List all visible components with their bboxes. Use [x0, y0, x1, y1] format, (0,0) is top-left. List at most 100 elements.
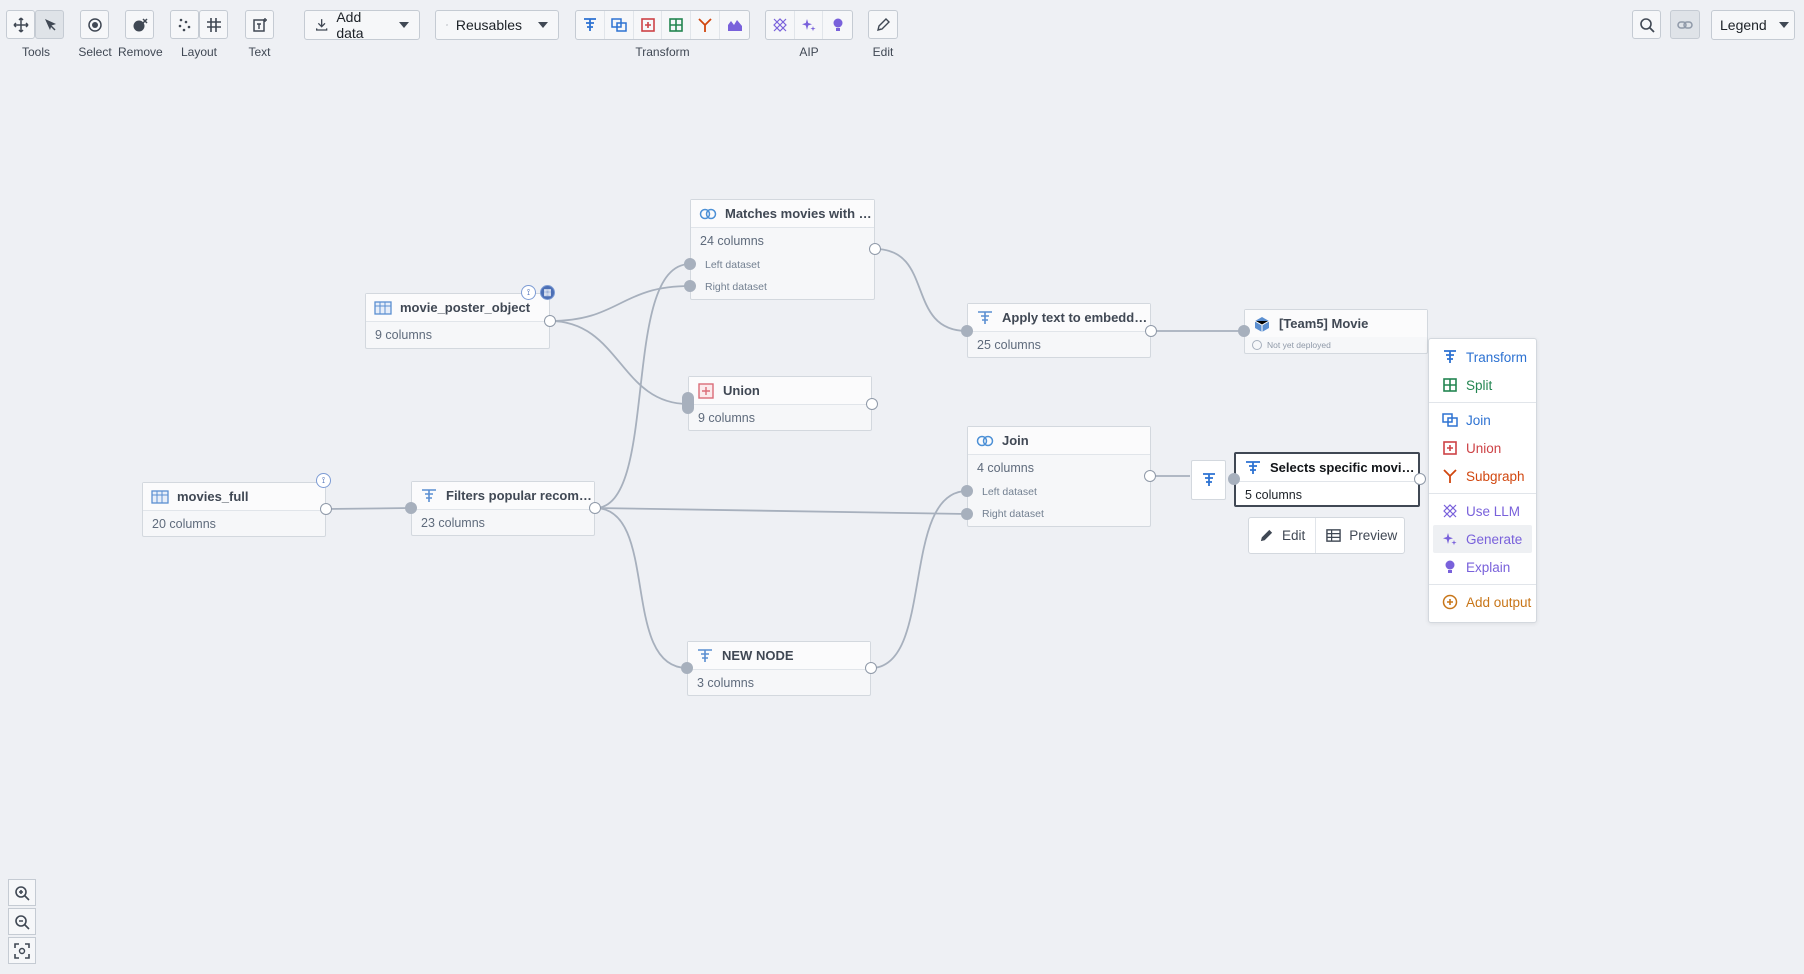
- transform-icon: [1444, 350, 1456, 363]
- input-port[interactable]: [961, 325, 973, 337]
- output-port[interactable]: [1414, 473, 1426, 485]
- menu-divider: [1429, 584, 1536, 585]
- node-columns: 9 columns: [375, 328, 432, 342]
- add-node-menu: Transform Split Join Union Subgraph Use …: [1428, 338, 1537, 623]
- table-icon: [1326, 529, 1342, 542]
- node-columns: 20 columns: [152, 517, 216, 531]
- right-dataset-label: Right dataset: [982, 508, 1044, 520]
- lightbulb-icon: [1445, 560, 1455, 573]
- node-title: movie_poster_object: [400, 300, 531, 315]
- pencil-icon: [1260, 529, 1273, 542]
- node-matches-movies[interactable]: Matches movies with pos... 24 columns Le…: [690, 199, 875, 300]
- node-title: Apply text to embedding...: [1002, 310, 1150, 325]
- output-port[interactable]: [1145, 325, 1157, 337]
- output-port[interactable]: [866, 398, 878, 410]
- edge-newnode-to-join-left: [870, 490, 968, 669]
- node-title: Filters popular recomme...: [446, 488, 594, 503]
- node-team5-movie[interactable]: [Team5] Movie Not yet deployed: [1244, 309, 1428, 354]
- node-movie-poster-object[interactable]: movie_poster_object 9 columns: [365, 293, 550, 349]
- zoom-in-icon: [15, 885, 30, 901]
- edit-node-button[interactable]: Edit: [1249, 518, 1317, 553]
- transform-node-icon: [698, 648, 712, 662]
- output-port[interactable]: [544, 315, 556, 327]
- llm-icon: [1443, 504, 1457, 518]
- node-columns: 25 columns: [977, 338, 1041, 352]
- menu-item-label: Split: [1466, 377, 1493, 393]
- input-port[interactable]: [405, 502, 417, 514]
- fit-screen-icon: [14, 942, 30, 959]
- menu-item-generate[interactable]: Generate: [1433, 525, 1532, 553]
- node-join[interactable]: Join 4 columns Left dataset Right datase…: [967, 426, 1151, 527]
- deploy-status: Not yet deployed: [1245, 337, 1427, 353]
- zoom-in-button[interactable]: [8, 879, 36, 906]
- node-add-transform-stub[interactable]: [1191, 460, 1226, 500]
- output-port[interactable]: [1144, 470, 1156, 482]
- object-cube-icon: [1254, 316, 1270, 332]
- node-apply-embedding[interactable]: Apply text to embedding... 25 columns: [967, 303, 1151, 358]
- branch-badge-icon[interactable]: ⟟: [521, 285, 536, 300]
- output-port[interactable]: [320, 503, 332, 515]
- branch-badge-icon[interactable]: ⟟: [316, 473, 331, 488]
- node-selects-movie-id[interactable]: Selects specific movie id... 5 columns: [1234, 452, 1420, 507]
- input-port[interactable]: [961, 508, 973, 520]
- node-columns: 4 columns: [977, 461, 1034, 475]
- node-filters-popular[interactable]: Filters popular recomme... 23 columns: [411, 481, 595, 536]
- schedule-badge-icon[interactable]: ▦: [540, 285, 555, 300]
- menu-item-label: Explain: [1466, 559, 1511, 575]
- zoom-out-icon: [15, 914, 30, 930]
- left-dataset-label: Left dataset: [982, 486, 1037, 498]
- sparkle-icon: [1443, 533, 1457, 546]
- status-circle-icon: [1252, 340, 1262, 350]
- input-port[interactable]: [684, 258, 696, 270]
- input-port[interactable]: [1238, 325, 1250, 337]
- edge-filters-to-join-right: [594, 507, 968, 515]
- node-columns: 23 columns: [421, 516, 485, 530]
- menu-item-label: Add output: [1466, 594, 1532, 610]
- menu-item-split[interactable]: Split: [1433, 371, 1532, 399]
- fit-to-screen-button[interactable]: [8, 937, 36, 964]
- transform-node-icon: [978, 310, 992, 324]
- edge-poster-to-matches-right: [549, 285, 691, 322]
- output-port[interactable]: [865, 662, 877, 674]
- node-title: Union: [723, 383, 760, 398]
- node-new-node[interactable]: NEW NODE 3 columns: [687, 641, 871, 696]
- input-port[interactable]: [681, 662, 693, 674]
- menu-item-use-llm[interactable]: Use LLM: [1433, 497, 1532, 525]
- node-title: Selects specific movie id...: [1270, 460, 1418, 475]
- transform-icon: [1202, 473, 1215, 486]
- input-port[interactable]: [682, 392, 694, 414]
- split-icon: [1443, 378, 1457, 392]
- node-columns: 5 columns: [1245, 488, 1302, 502]
- menu-item-subgraph[interactable]: Subgraph: [1433, 462, 1532, 490]
- menu-item-label: Union: [1466, 440, 1502, 456]
- edge-matches-to-embed: [874, 248, 968, 332]
- zoom-out-button[interactable]: [8, 908, 36, 935]
- transform-node-icon: [1246, 460, 1260, 474]
- deploy-status-text: Not yet deployed: [1267, 340, 1331, 350]
- node-title: NEW NODE: [722, 648, 794, 663]
- input-port[interactable]: [1228, 473, 1240, 485]
- edge-moviesfull-to-filters: [325, 507, 412, 510]
- union-icon: [1443, 441, 1457, 455]
- join-node-icon: [699, 208, 717, 219]
- menu-item-join[interactable]: Join: [1433, 406, 1532, 434]
- menu-item-label: Generate: [1466, 531, 1523, 547]
- input-port[interactable]: [684, 280, 696, 292]
- menu-divider: [1429, 402, 1536, 403]
- menu-item-explain[interactable]: Explain: [1433, 553, 1532, 581]
- menu-item-add-output[interactable]: Add output: [1433, 588, 1532, 616]
- node-columns: 24 columns: [700, 234, 764, 248]
- dataset-table-icon: [374, 300, 392, 315]
- menu-item-transform[interactable]: Transform: [1433, 343, 1532, 371]
- node-title: Matches movies with pos...: [725, 206, 874, 221]
- edge-poster-to-union: [549, 320, 689, 405]
- menu-item-union[interactable]: Union: [1433, 434, 1532, 462]
- input-port[interactable]: [961, 485, 973, 497]
- left-dataset-label: Left dataset: [705, 259, 760, 271]
- output-port[interactable]: [589, 502, 601, 514]
- node-movies-full[interactable]: movies_full 20 columns: [142, 482, 326, 537]
- preview-node-button[interactable]: Preview: [1316, 518, 1407, 553]
- output-port[interactable]: [869, 243, 881, 255]
- node-union[interactable]: Union 9 columns: [688, 376, 872, 431]
- edit-label: Edit: [1282, 528, 1306, 543]
